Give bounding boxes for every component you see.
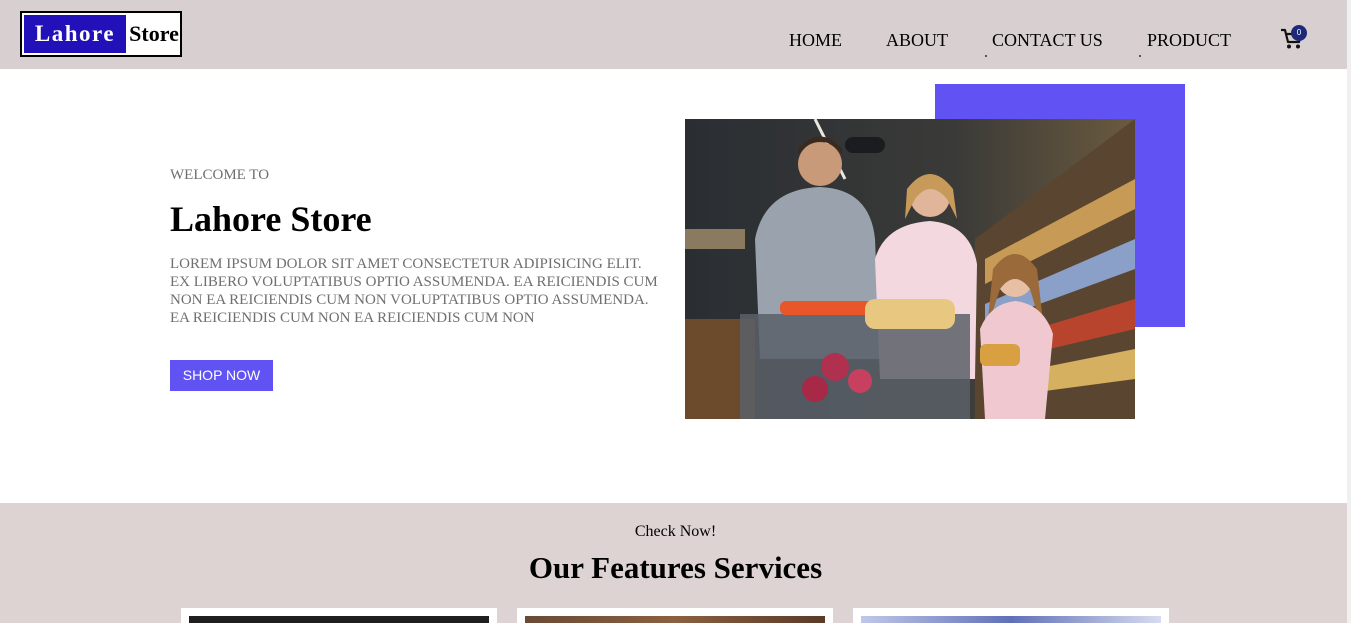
features-section: Check Now! Our Features Services [0,503,1351,623]
feature-card[interactable] [853,608,1169,623]
cart-count-badge: 0 [1291,25,1307,41]
feature-card[interactable] [181,608,497,623]
feature-card-image [525,616,825,623]
nav-divider-dot [1139,55,1141,57]
feature-card-image [861,616,1161,623]
logo[interactable]: Lahore Store [20,11,182,57]
nav-home[interactable]: HOME [789,30,842,51]
nav-contact-us[interactable]: CONTACT US [992,30,1103,51]
nav-product[interactable]: PRODUCT [1147,30,1231,51]
family-shopping-photo [685,119,1135,419]
hero-section: WELCOME TO Lahore Store LOREM IPSUM DOLO… [0,69,1351,503]
feature-card[interactable] [517,608,833,623]
hero-image [685,119,1135,419]
nav-about[interactable]: ABOUT [886,30,948,51]
hero-description: LOREM IPSUM DOLOR SIT AMET CONSECTETUR A… [170,256,658,326]
features-title: Our Features Services [528,550,823,585]
hero-title: Lahore Store [170,199,372,239]
page-scrollbar[interactable] [1347,0,1351,623]
logo-text-lahore: Lahore [24,15,126,53]
hero-welcome-text: WELCOME TO [170,167,270,183]
features-subtitle: Check Now! [634,523,717,540]
logo-text-store: Store [129,21,179,46]
shop-now-button[interactable]: SHOP NOW [170,360,273,391]
feature-card-image [189,616,489,623]
nav-divider-dot [985,55,987,57]
site-header: Lahore Store HOME ABOUT CONTACT US PRODU… [0,0,1351,69]
